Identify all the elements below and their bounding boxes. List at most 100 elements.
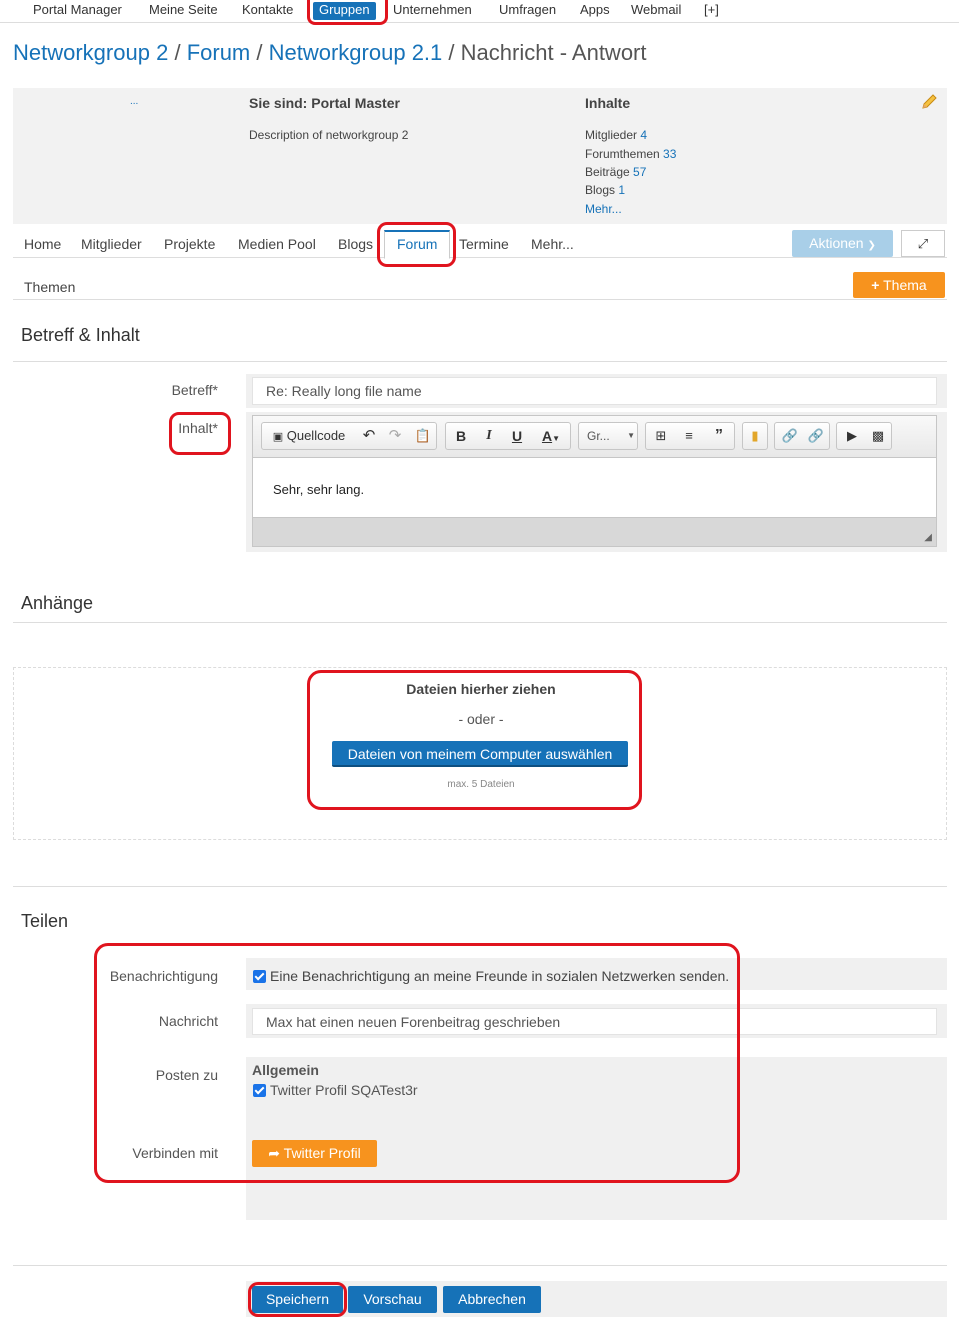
stat-label: Beiträge [585, 165, 630, 179]
nav-gruppen[interactable]: Gruppen [313, 2, 376, 20]
video-icon[interactable]: ▶ [841, 423, 863, 449]
drop-title: Dateien hierher ziehen [406, 681, 556, 697]
toolbar-group-lists: ⊞ ≡ ” [645, 422, 735, 450]
nav-add[interactable]: [+] [704, 2, 719, 20]
tab-mehr[interactable]: Mehr... [531, 236, 574, 252]
subject-label: Betreff* [171, 382, 218, 398]
divider [13, 1265, 947, 1266]
divider [13, 361, 947, 362]
chevron-down-icon: ❯ [867, 240, 876, 251]
blockquote-icon[interactable]: ” [708, 423, 730, 449]
edit-pencil-icon[interactable] [920, 93, 938, 111]
divider [13, 886, 947, 887]
divider [13, 622, 947, 623]
twitter-profile-label: Twitter Profil SQATest3r [270, 1082, 418, 1098]
numbered-list-icon[interactable]: ⊞ [650, 423, 672, 449]
preview-button[interactable]: Vorschau [348, 1286, 437, 1313]
editor-statusbar: ◢ [253, 517, 936, 546]
stats-more-link[interactable]: Mehr... [585, 202, 622, 216]
tab-blogs[interactable]: Blogs [338, 236, 373, 252]
role-label: Sie sind: Portal Master [249, 95, 400, 111]
stat-blogs[interactable]: Blogs 1 [585, 183, 625, 197]
breadcrumb: Networkgroup 2 / Forum / Networkgroup 2.… [13, 40, 647, 66]
breadcrumb-sep: / [174, 40, 181, 65]
insert-file-icon[interactable]: ▮ [745, 423, 765, 449]
stat-value: 4 [640, 128, 648, 142]
notification-label: Benachrichtigung [109, 968, 218, 984]
underline-button[interactable]: U [506, 423, 528, 449]
bullet-list-icon[interactable]: ≡ [678, 423, 700, 449]
font-size-select[interactable]: Gr... ▼ [587, 423, 635, 449]
nav-webmail[interactable]: Webmail [631, 2, 681, 20]
unlink-icon[interactable]: 🔗 [805, 423, 827, 449]
font-color-label: A [541, 428, 553, 444]
undo-icon[interactable]: ↶ [358, 423, 380, 449]
tab-forum[interactable]: Forum [384, 230, 451, 259]
stat-label: Mitglieder [585, 128, 638, 142]
new-thema-label: Thema [883, 277, 927, 293]
group-avatar-placeholder: ... [130, 96, 139, 107]
editor-content[interactable]: Sehr, sehr lang. [273, 482, 364, 497]
tab-home[interactable]: Home [24, 236, 61, 252]
resize-handle-icon[interactable]: ◢ [924, 532, 932, 543]
drop-or: - oder - [458, 711, 504, 727]
stat-forum-topics[interactable]: Forumthemen 33 [585, 147, 676, 161]
expand-button[interactable]: ⤢ [901, 230, 945, 257]
font-color-button[interactable]: A▼ [534, 423, 568, 449]
post-to-group: Allgemein [252, 1062, 319, 1078]
nav-portal-manager[interactable]: Portal Manager [33, 2, 122, 20]
source-button[interactable]: ▣ Quellcode [266, 423, 352, 449]
stat-members[interactable]: Mitglieder 4 [585, 128, 647, 142]
max-files-note: max. 5 Dateien [447, 779, 515, 790]
tab-termine[interactable]: Termine [459, 236, 509, 252]
file-drop-zone[interactable]: Dateien hierher ziehen - oder - Dateien … [13, 667, 947, 840]
nav-meine-seite[interactable]: Meine Seite [149, 2, 218, 20]
toolbar-group-document: ▣ Quellcode ↶ ↷ 📋 [261, 422, 437, 450]
nav-kontakte[interactable]: Kontakte [242, 2, 293, 20]
share-arrow-icon: ➦ [268, 1145, 281, 1161]
tab-projekte[interactable]: Projekte [164, 236, 215, 252]
nav-apps[interactable]: Apps [580, 2, 610, 20]
tab-mitglieder[interactable]: Mitglieder [81, 236, 142, 252]
editor-toolbar: ▣ Quellcode ↶ ↷ 📋 B I U A▼ Gr... ▼ ⊞ ≡ ” … [253, 416, 936, 458]
breadcrumb-forum[interactable]: Forum [187, 40, 251, 65]
themes-link[interactable]: Themen [24, 279, 75, 295]
stat-posts[interactable]: Beiträge 57 [585, 165, 646, 179]
breadcrumb-group[interactable]: Networkgroup 2 [13, 40, 168, 65]
redo-icon[interactable]: ↷ [384, 423, 406, 449]
section-title-attachments: Anhänge [21, 593, 94, 613]
toolbar-group-size: Gr... ▼ [578, 422, 638, 450]
toolbar-group-media: ▶ ▩ [836, 422, 892, 450]
nav-unternehmen[interactable]: Unternehmen [393, 2, 472, 20]
caret-down-icon: ▼ [627, 431, 635, 440]
source-icon: ▣ [272, 431, 284, 443]
new-thema-button[interactable]: + Thema [853, 272, 945, 298]
twitter-profile-checkbox[interactable] [253, 1084, 266, 1097]
content-label: Inhalt* [178, 420, 218, 436]
notification-checkbox[interactable] [253, 970, 266, 983]
source-label: Quellcode [286, 428, 346, 443]
breadcrumb-subgroup[interactable]: Networkgroup 2.1 [269, 40, 443, 65]
link-icon[interactable]: 🔗 [779, 423, 801, 449]
section-title-share: Teilen [21, 911, 69, 931]
connect-twitter-label: Twitter Profil [283, 1145, 361, 1161]
paste-icon[interactable]: 📋 [412, 423, 434, 449]
italic-button[interactable]: I [478, 423, 500, 449]
toolbar-group-insert: ▮ [742, 422, 768, 450]
cancel-button[interactable]: Abbrechen [443, 1286, 541, 1313]
nav-umfragen[interactable]: Umfragen [499, 2, 556, 20]
subject-input[interactable]: Re: Really long file name [252, 377, 937, 405]
plus-icon: + [871, 277, 880, 293]
bold-button[interactable]: B [450, 423, 472, 449]
image-icon[interactable]: ▩ [867, 423, 889, 449]
choose-files-button[interactable]: Dateien von meinem Computer auswählen [332, 741, 628, 767]
actions-dropdown-button[interactable]: Aktionen ❯ [792, 230, 893, 257]
save-button[interactable]: Speichern [252, 1286, 343, 1313]
rich-text-editor: ▣ Quellcode ↶ ↷ 📋 B I U A▼ Gr... ▼ ⊞ ≡ ” … [252, 415, 937, 547]
stat-label: Blogs [585, 183, 616, 197]
notification-text: Eine Benachrichtigung an meine Freunde i… [270, 968, 730, 984]
tab-medien-pool[interactable]: Medien Pool [238, 236, 316, 252]
stat-label: Forumthemen [585, 147, 660, 161]
connect-twitter-button[interactable]: ➦ Twitter Profil [252, 1140, 377, 1167]
message-input[interactable]: Max hat einen neuen Forenbeitrag geschri… [252, 1008, 937, 1035]
